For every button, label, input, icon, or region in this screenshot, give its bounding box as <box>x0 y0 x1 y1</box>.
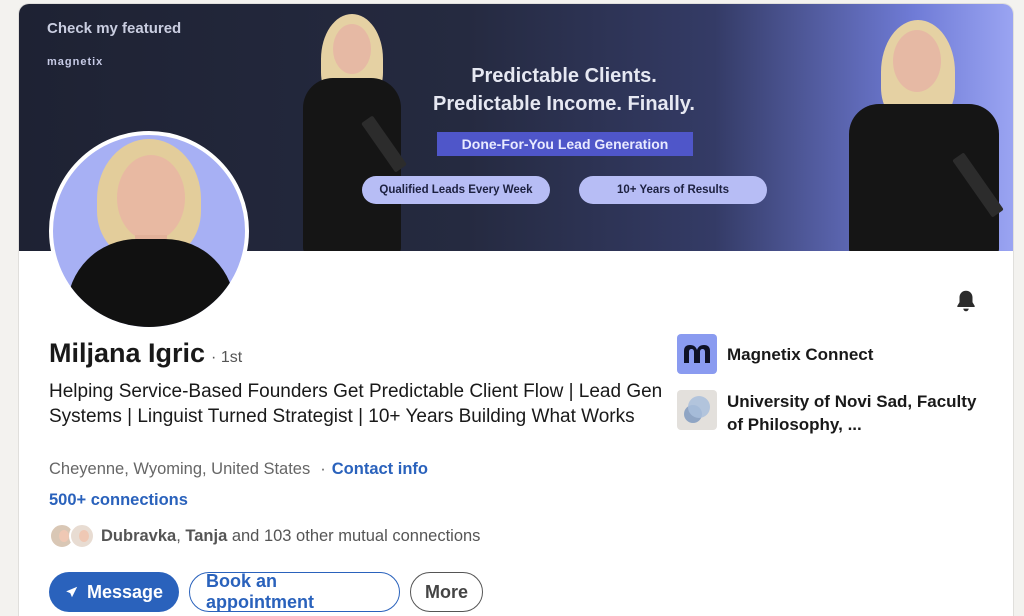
mutual-name-1: Dubravka <box>101 526 177 545</box>
banner-headline: Predictable Clients. Predictable Income.… <box>399 62 729 118</box>
banner-pill-leads: Qualified Leads Every Week <box>362 176 550 204</box>
connection-degree: · 1st <box>211 349 243 366</box>
mutual-text: Dubravka, Tanja and 103 other mutual con… <box>101 527 480 546</box>
name-row: Miljana Igric · 1st <box>49 338 242 369</box>
mutual-rest: and 103 other mutual connections <box>227 526 481 545</box>
banner-title: Check my featured <box>47 20 182 37</box>
profile-location: Cheyenne, Wyoming, United States <box>49 460 311 478</box>
banner-pill-years: 10+ Years of Results <box>579 176 767 204</box>
message-button-label: Message <box>86 581 163 602</box>
more-button[interactable]: More <box>410 572 483 612</box>
banner-logo: magnetix <box>47 56 104 68</box>
book-appointment-button[interactable]: Book an appointment <box>189 571 400 612</box>
banner-person-right <box>829 20 1004 251</box>
send-icon <box>66 586 78 598</box>
message-button[interactable]: Message <box>49 572 179 612</box>
education[interactable]: University of Novi Sad, Faculty of Philo… <box>677 390 987 436</box>
company-name: Magnetix Connect <box>727 345 874 364</box>
banner-tag: Done-For-You Lead Generation <box>437 132 693 156</box>
magnetix-logo-icon <box>677 334 717 374</box>
mutual-avatar-2 <box>69 523 95 549</box>
school-name: University of Novi Sad, Faculty of Philo… <box>727 392 977 434</box>
location-row: Cheyenne, Wyoming, United States · Conta… <box>49 460 428 479</box>
mutual-connections[interactable]: Dubravka, Tanja and 103 other mutual con… <box>49 523 480 549</box>
profile-name: Miljana Igric <box>49 338 206 368</box>
connections-link[interactable]: 500+ connections <box>49 491 188 510</box>
mutual-name-2: Tanja <box>185 526 228 545</box>
current-company[interactable]: Magnetix Connect <box>677 334 987 374</box>
profile-avatar[interactable] <box>49 131 249 331</box>
separator-dot: · <box>320 460 326 478</box>
university-logo-icon <box>677 390 717 430</box>
banner-headline-line2: Predictable Income. Finally. <box>433 93 695 115</box>
profile-headline: Helping Service-Based Founders Get Predi… <box>49 381 663 427</box>
profile-actions: Message Book an appointment More <box>49 571 483 612</box>
banner-headline-line1: Predictable Clients. <box>471 65 657 87</box>
banner-person-left <box>287 14 417 251</box>
profile-card: Check my featured magnetix Predictable C… <box>19 4 1013 616</box>
contact-info-link[interactable]: Contact info <box>332 460 428 479</box>
bell-icon[interactable] <box>953 288 979 314</box>
mutual-sep: , <box>176 526 186 545</box>
